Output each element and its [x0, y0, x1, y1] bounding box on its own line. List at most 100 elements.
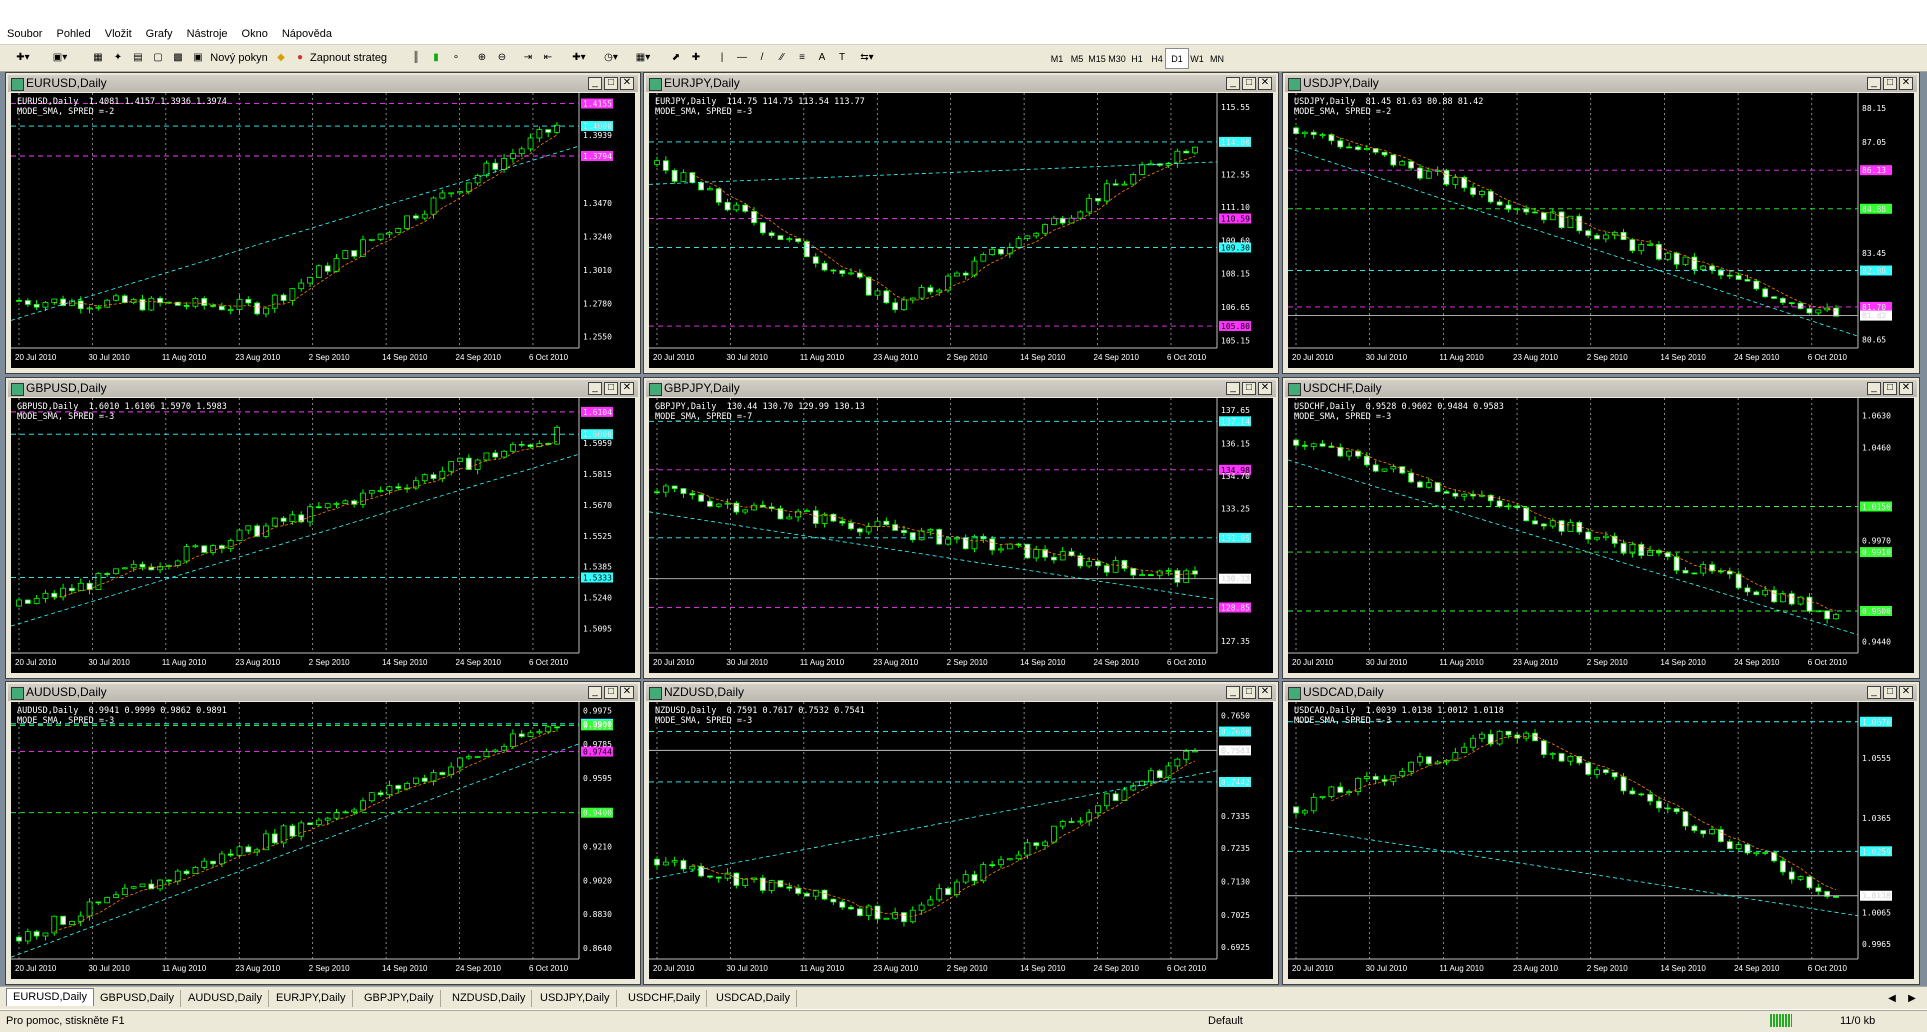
warning-icon[interactable]: ◆ — [273, 48, 289, 67]
maximize-icon[interactable]: □ — [604, 686, 618, 699]
data-window-icon[interactable]: ▤ — [130, 48, 146, 67]
zoom-in-icon[interactable]: ⊕ — [474, 48, 490, 67]
close-icon[interactable]: ✕ — [1899, 686, 1913, 699]
chart-canvas[interactable]: 0.7600 0.7541 0.7442 0.7650 0.7600 0.7541 0.74… — [649, 702, 1273, 979]
chart-title-bar[interactable]: USDCAD,Daily _ □ ✕ — [1285, 684, 1917, 701]
crosshair-icon[interactable]: ✚ — [688, 48, 704, 67]
price-chart[interactable]: 0.76000.75410.74420.76500.76000.75410.74… — [649, 702, 1273, 979]
new-order-button[interactable]: Nový pokyn — [208, 48, 270, 67]
menu-item-6[interactable]: Nápověda — [275, 24, 339, 44]
chart-title-bar[interactable]: GBPUSD,Daily _ □ ✕ — [8, 380, 638, 397]
chart-title-bar[interactable]: EURJPY,Daily _ □ ✕ — [646, 75, 1276, 92]
chart-tab[interactable]: GBPJPY,Daily — [358, 990, 441, 1007]
templates-icon[interactable]: ▦▾ — [630, 48, 656, 67]
close-icon[interactable]: ✕ — [620, 686, 634, 699]
chart-window[interactable]: GBPJPY,Daily _ □ ✕ 137.14 134.98 131.95 130.13 1… — [643, 377, 1279, 679]
timeframe-button-mn[interactable]: MN — [1205, 48, 1229, 69]
chart-title-bar[interactable]: NZDUSD,Daily _ □ ✕ — [646, 684, 1276, 701]
chart-title-bar[interactable]: EURUSD,Daily _ □ ✕ — [8, 75, 638, 92]
minimize-icon[interactable]: _ — [588, 686, 602, 699]
indicators-icon[interactable]: ✚▾ — [566, 48, 592, 67]
chart-window[interactable]: USDCAD,Daily _ □ ✕ 1.0670 1.0259 1.0118 1.0670 1… — [1282, 681, 1920, 985]
maximize-icon[interactable]: □ — [1883, 382, 1897, 395]
chart-tab[interactable]: USDCAD,Daily — [710, 990, 797, 1007]
price-chart[interactable]: 1.01500.99100.96001.06301.04601.01500.99… — [1288, 398, 1914, 673]
chart-canvas[interactable]: 1.0150 0.9910 0.9600 1.0630 1.0460 1.0150 0.99… — [1288, 398, 1914, 673]
bar-chart-icon[interactable]: ║ — [408, 48, 424, 67]
chart-canvas[interactable]: 1.0670 1.0259 1.0118 1.0670 1.0555 1.0365 1.02… — [1288, 702, 1914, 979]
cursor-icon[interactable]: ⬈ — [668, 48, 684, 67]
chart-canvas[interactable]: 86.13 84.88 82.88 81.70 81.42 88.15 87.05 86.13… — [1288, 93, 1914, 368]
price-chart[interactable]: 1.06701.02591.01181.06701.05551.03651.02… — [1288, 702, 1914, 979]
terminal-icon[interactable]: ▢ — [150, 48, 166, 67]
menu-item-2[interactable]: Vložit — [98, 24, 139, 44]
chart-window[interactable]: GBPUSD,Daily _ □ ✕ 1.6104 1.6000 1.5333 1.6104 1… — [5, 377, 641, 679]
close-icon[interactable]: ✕ — [1258, 686, 1272, 699]
chart-tab[interactable]: USDJPY,Daily — [534, 990, 617, 1007]
chart-tab[interactable]: EURUSD,Daily — [6, 988, 94, 1006]
tab-scroll-right-icon[interactable]: ▶ — [1904, 989, 1920, 1008]
arrows-icon[interactable]: ⇆▾ — [854, 48, 880, 67]
chart-tab[interactable]: GBPUSD,Daily — [94, 990, 181, 1007]
trendline-icon[interactable]: / — [754, 48, 770, 67]
chart-window[interactable]: EURJPY,Daily _ □ ✕ 114.00 110.59 109.30 105.80 1… — [643, 72, 1279, 374]
navigator-icon[interactable]: ✦ — [110, 48, 126, 67]
chart-title-bar[interactable]: GBPJPY,Daily _ □ ✕ — [646, 380, 1276, 397]
close-icon[interactable]: ✕ — [1258, 77, 1272, 90]
chart-canvas[interactable]: 137.14 134.98 131.95 130.13 128.85 137.65 137.… — [649, 398, 1273, 673]
chart-tab[interactable]: AUDUSD,Daily — [182, 990, 269, 1007]
minimize-icon[interactable]: _ — [1226, 382, 1240, 395]
chart-tab[interactable]: USDCHF,Daily — [622, 990, 708, 1007]
candlestick-icon[interactable]: ▮ — [428, 48, 444, 67]
maximize-icon[interactable]: □ — [604, 77, 618, 90]
label-icon[interactable]: T — [834, 48, 850, 67]
chart-window[interactable]: USDJPY,Daily _ □ ✕ 86.13 84.88 82.88 81.70 81.42… — [1282, 72, 1920, 374]
chart-tab[interactable]: NZDUSD,Daily — [446, 990, 533, 1007]
minimize-icon[interactable]: _ — [1867, 686, 1881, 699]
line-chart-icon[interactable]: ∘ — [448, 48, 464, 67]
close-icon[interactable]: ✕ — [1258, 382, 1272, 395]
chart-canvas[interactable]: 114.00 110.59 109.30 105.80 115.55 114.00 112.… — [649, 93, 1273, 368]
minimize-icon[interactable]: _ — [588, 77, 602, 90]
price-chart[interactable]: 1.41551.40001.37941.41551.40001.39391.37… — [11, 93, 635, 368]
profiles-icon[interactable]: ▣▾ — [45, 48, 75, 67]
horizontal-line-icon[interactable]: — — [734, 48, 750, 67]
tester-icon[interactable]: ▩ — [170, 48, 186, 67]
minimize-icon[interactable]: _ — [1867, 382, 1881, 395]
close-icon[interactable]: ✕ — [620, 382, 634, 395]
text-icon[interactable]: A — [814, 48, 830, 67]
auto-scroll-icon[interactable]: ⇥ — [520, 48, 536, 67]
chart-canvas[interactable]: 1.6104 1.6000 1.5333 1.6104 1.6000 1.5959 1.58… — [11, 398, 635, 673]
maximize-icon[interactable]: □ — [1242, 686, 1256, 699]
chart-title-bar[interactable]: AUDUSD,Daily _ □ ✕ — [8, 684, 638, 701]
expert-advisors-icon[interactable]: ● — [292, 48, 308, 67]
price-chart[interactable]: 114.00110.59109.30105.80115.55114.00112.… — [649, 93, 1273, 368]
maximize-icon[interactable]: □ — [1242, 77, 1256, 90]
chart-canvas[interactable]: 0.99000.98910.97440.94000.99750.99000.98… — [11, 702, 635, 979]
price-chart[interactable]: 137.14134.98131.95130.13128.85137.65137.… — [649, 398, 1273, 673]
maximize-icon[interactable]: □ — [1883, 77, 1897, 90]
chart-title-bar[interactable]: USDCHF,Daily _ □ ✕ — [1285, 380, 1917, 397]
new-order-icon[interactable]: ▣ — [190, 48, 206, 67]
chart-window[interactable]: USDCHF,Daily _ □ ✕ 1.0150 0.9910 0.9600 1.0630 1… — [1282, 377, 1920, 679]
minimize-icon[interactable]: _ — [1226, 686, 1240, 699]
price-chart[interactable]: 86.1384.8882.8881.7081.4288.1587.0586.13… — [1288, 93, 1914, 368]
channel-icon[interactable]: ∕∕ — [774, 48, 790, 67]
minimize-icon[interactable]: _ — [588, 382, 602, 395]
price-chart[interactable]: 0.99000.98910.97440.94000.99750.99000.98… — [11, 702, 635, 979]
maximize-icon[interactable]: □ — [604, 382, 618, 395]
minimize-icon[interactable]: _ — [1867, 77, 1881, 90]
market-watch-icon[interactable]: ▦ — [90, 48, 106, 67]
chart-tab[interactable]: EURJPY,Daily — [270, 990, 353, 1007]
menu-item-0[interactable]: Soubor — [0, 24, 49, 44]
periods-icon[interactable]: ◷▾ — [598, 48, 624, 67]
tab-scroll-left-icon[interactable]: ◀ — [1884, 989, 1900, 1008]
chart-canvas[interactable]: 1.4155 1.4000 1.3794 1.4155 1.4000 1.3939 1.37… — [11, 93, 635, 368]
menu-item-1[interactable]: Pohled — [49, 24, 97, 44]
chart-shift-icon[interactable]: ⇤ — [540, 48, 556, 67]
new-chart-icon[interactable]: ✚▾ — [8, 48, 38, 67]
zoom-out-icon[interactable]: ⊖ — [494, 48, 510, 67]
fibonacci-icon[interactable]: ≡ — [794, 48, 810, 67]
chart-title-bar[interactable]: USDJPY,Daily _ □ ✕ — [1285, 75, 1917, 92]
close-icon[interactable]: ✕ — [620, 77, 634, 90]
